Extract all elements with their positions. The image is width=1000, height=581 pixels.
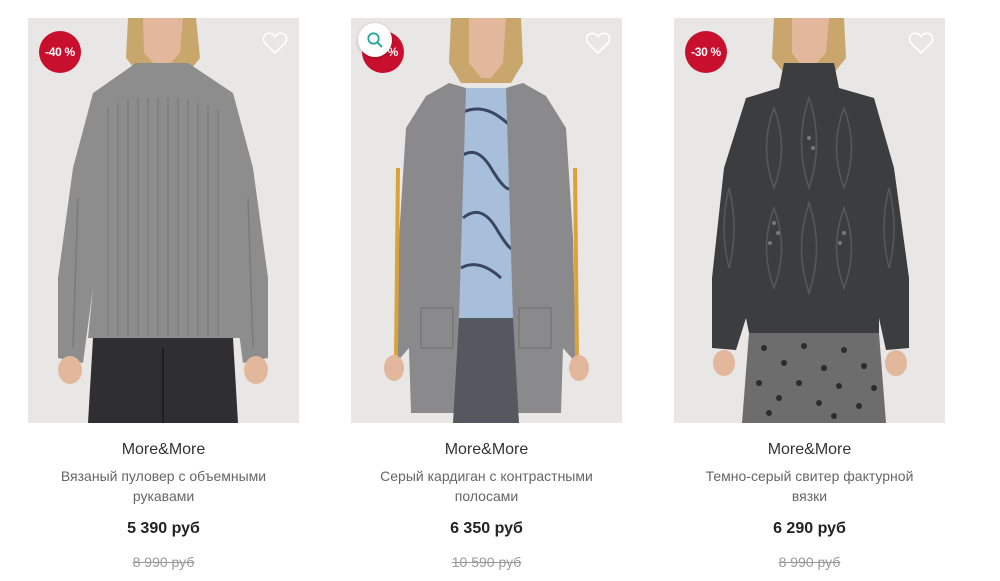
product-card[interactable]: -30 % More&More Темно-серый свитер факту… (674, 18, 945, 571)
product-price: 6 290 руб (773, 520, 846, 537)
product-card[interactable]: % More&More Серый кардиган с контрастным… (351, 18, 622, 571)
product-grid: -40 % More&More Вязаный пуловер с объемн… (0, 0, 1000, 581)
product-old-price: 10 590 руб (451, 554, 522, 570)
discount-badge: -40 % (39, 31, 81, 73)
product-image[interactable]: % (351, 18, 622, 423)
product-price: 6 350 руб (450, 520, 523, 537)
product-photo-sweater (674, 18, 945, 423)
product-photo-cardigan (351, 18, 622, 423)
discount-badge: -30 % (685, 31, 727, 73)
product-brand[interactable]: More&More (28, 440, 299, 460)
product-photo-pullover (28, 18, 299, 423)
product-brand[interactable]: More&More (674, 440, 945, 460)
product-image[interactable]: -40 % (28, 18, 299, 423)
product-name[interactable]: Темно-серый свитер фактурной вязки (690, 466, 930, 506)
product-old-price: 8 990 руб (132, 554, 195, 570)
search-icon[interactable] (358, 23, 392, 57)
product-name[interactable]: Серый кардиган с контрастными полосами (367, 466, 607, 506)
product-price: 5 390 руб (127, 520, 200, 537)
heart-outline-icon[interactable] (584, 30, 612, 56)
product-card[interactable]: -40 % More&More Вязаный пуловер с объемн… (28, 18, 299, 571)
product-old-price: 8 990 руб (778, 554, 841, 570)
heart-outline-icon[interactable] (907, 30, 935, 56)
heart-outline-icon[interactable] (261, 30, 289, 56)
product-name[interactable]: Вязаный пуловер с объемными рукавами (44, 466, 284, 506)
product-brand[interactable]: More&More (351, 440, 622, 460)
product-image[interactable]: -30 % (674, 18, 945, 423)
